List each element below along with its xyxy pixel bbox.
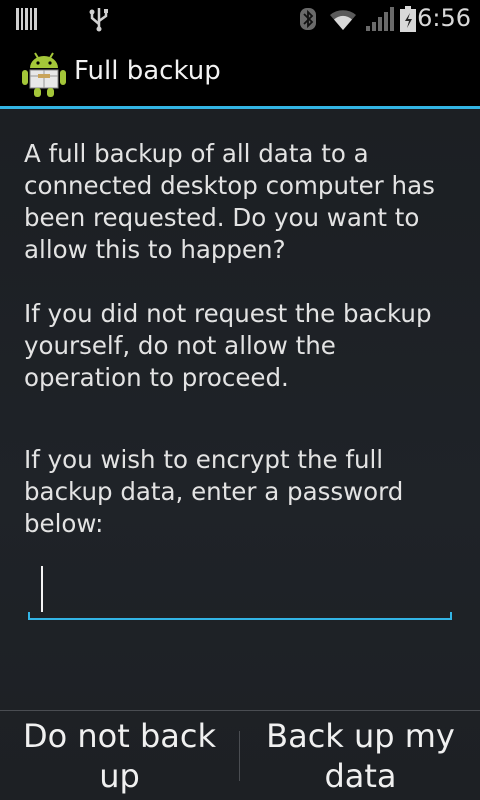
android-robot-icon [22,52,66,97]
bluetooth-icon [300,8,316,30]
backup-request-message: A full backup of all data to a connected… [24,139,435,264]
back-up-my-data-label: Back up my data [266,717,455,795]
button-divider [239,731,240,781]
password-underline [28,618,452,620]
warning-message: If you did not request the backup yourse… [24,299,432,392]
do-not-back-up-button[interactable]: Do not back up [0,711,239,800]
back-up-my-data-button[interactable]: Back up my data [241,711,480,800]
button-bar: Do not back up Back up my data [0,710,480,800]
status-clock: 6:56 [417,4,471,32]
barcode-notification-icon [16,8,37,30]
full-backup-dialog: Full backup A full backup of all data to… [0,38,480,800]
signal-icon [366,7,394,31]
encrypt-instructions: If you wish to encrypt the full backup d… [24,445,404,538]
wifi-icon [330,10,356,30]
text-cursor [41,566,43,612]
do-not-back-up-label: Do not back up [22,717,216,795]
status-bar: 6:56 [0,0,480,38]
underline-right-tick [450,612,452,620]
usb-icon [89,8,108,32]
dialog-title: Full backup [74,56,221,86]
underline-left-tick [28,612,30,620]
password-input[interactable] [28,558,452,620]
battery-icon [400,6,416,32]
title-divider [0,106,480,109]
title-bar: Full backup [0,38,480,106]
